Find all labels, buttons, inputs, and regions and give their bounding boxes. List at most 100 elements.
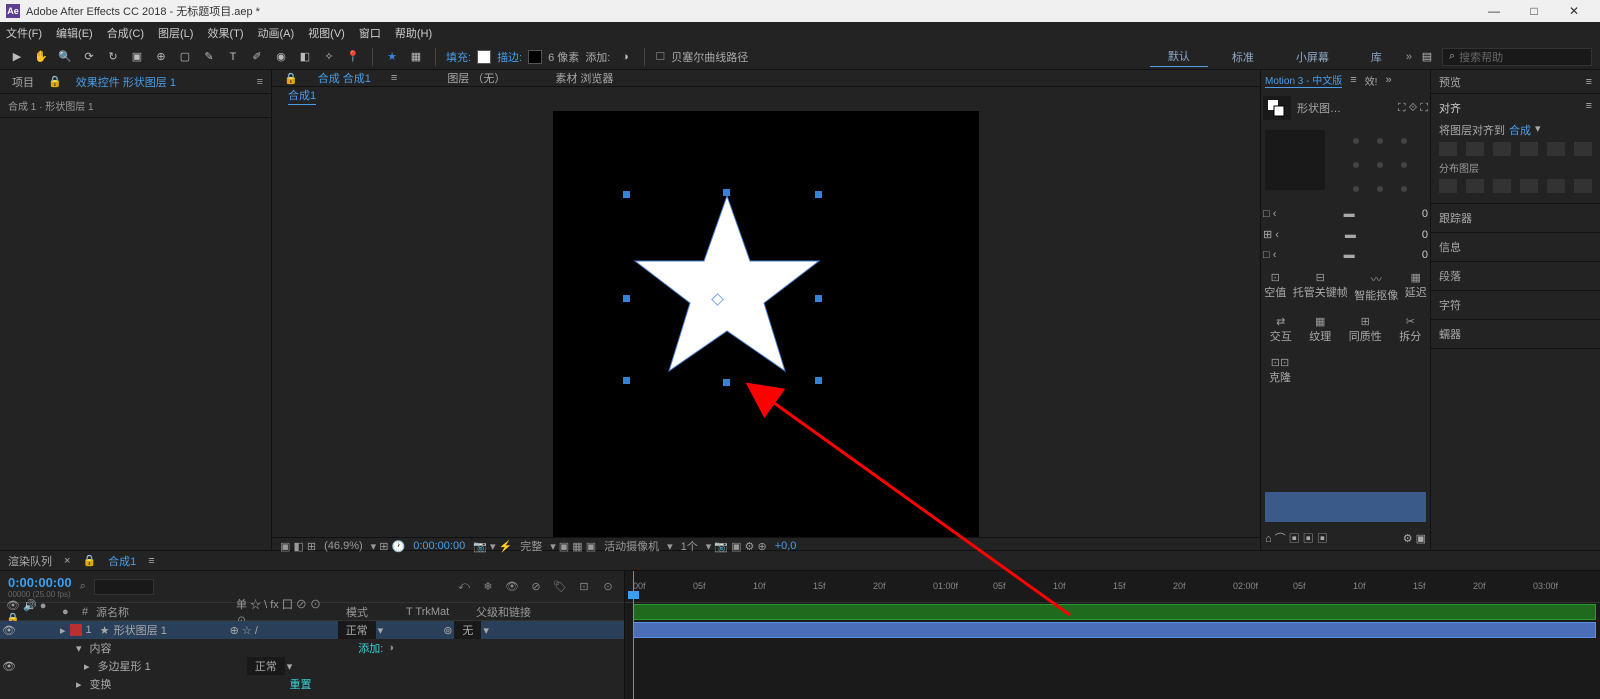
hand-tool[interactable]: ✋	[32, 48, 50, 66]
menu-effect[interactable]: 效果(T)	[207, 25, 243, 41]
timeline-sub-content[interactable]: ▾ 内容 添加:◑	[0, 639, 624, 657]
col-trkmat[interactable]: T TrkMat	[400, 606, 470, 618]
playhead[interactable]	[633, 571, 634, 699]
btn-texture[interactable]: ▦纹理	[1309, 315, 1331, 344]
menu-file[interactable]: 文件(F)	[6, 25, 42, 41]
tl-icon-5[interactable]: 🏷	[552, 579, 568, 595]
stroke-swatch[interactable]	[528, 50, 542, 64]
align-buttons[interactable]	[1439, 138, 1592, 160]
menu-edit[interactable]: 编辑(E)	[56, 25, 93, 41]
snap-icon[interactable]: ▦	[407, 48, 425, 66]
tl-icon-3[interactable]: 👁	[504, 579, 520, 595]
composition-canvas[interactable]	[553, 111, 979, 537]
motion-scrubber[interactable]	[1265, 492, 1426, 522]
add-label[interactable]: 添加:	[585, 49, 610, 65]
btn-homog[interactable]: ⊞同质性	[1349, 315, 1382, 344]
workspace-default[interactable]: 默认	[1150, 46, 1208, 67]
star-tool-icon[interactable]: ★	[383, 48, 401, 66]
tab-layer[interactable]: 图层 （无）	[447, 70, 505, 86]
anchor-grid[interactable]	[1349, 134, 1411, 196]
workspace-config-icon[interactable]: ▤	[1418, 48, 1436, 66]
distribute-buttons[interactable]	[1439, 175, 1592, 197]
bbox-handle-tl[interactable]	[623, 191, 630, 198]
lock-icon[interactable]: 🔒	[82, 554, 96, 567]
timeline-ruler[interactable]: 00f 05f 10f 15f 20f 01:00f 05f 10f 15f 2…	[625, 571, 1600, 603]
slider-2[interactable]: ⊞ ‹▬0	[1261, 224, 1430, 245]
timeline-search[interactable]	[94, 579, 154, 595]
stroke-label[interactable]: 描边:	[497, 49, 522, 65]
timeline-tracks[interactable]: 00f 05f 10f 15f 20f 01:00f 05f 10f 15f 2…	[625, 571, 1600, 699]
workspace-small[interactable]: 小屏幕	[1278, 47, 1347, 67]
tab-render-queue[interactable]: 渲染队列	[8, 553, 52, 569]
tab-align[interactable]: 对齐	[1439, 100, 1461, 116]
tab-composition[interactable]: 合成 合成1	[318, 70, 371, 86]
help-search[interactable]: ⌕ 搜索帮助	[1442, 48, 1592, 66]
tab-info[interactable]: 信息	[1439, 242, 1461, 254]
selection-tool[interactable]: ▶	[8, 48, 26, 66]
pan-behind-tool[interactable]: ⊕	[152, 48, 170, 66]
roto-tool[interactable]: ✧	[320, 48, 338, 66]
pen-tool[interactable]: ✎	[200, 48, 218, 66]
shape-swatch[interactable]	[1263, 96, 1291, 120]
composition-flowchart[interactable]: 合成1	[288, 87, 316, 105]
tl-icon-1[interactable]: ⤺	[456, 579, 472, 595]
tab-tracker[interactable]: 跟踪器	[1439, 213, 1472, 225]
fill-label[interactable]: 填充:	[446, 49, 471, 65]
btn-delay[interactable]: ▦延迟	[1405, 271, 1427, 303]
fill-swatch[interactable]	[477, 50, 491, 64]
timeline-sub-transform[interactable]: ▸ 变换 重置	[0, 675, 624, 693]
btn-split[interactable]: ✂拆分	[1399, 315, 1421, 344]
zoom-tool[interactable]: 🔍	[56, 48, 74, 66]
star-shape[interactable]	[627, 191, 827, 391]
motion-settings-icon[interactable]: ⚙ ▣	[1403, 532, 1426, 545]
align-to-dropdown[interactable]: 合成	[1509, 122, 1531, 138]
tl-icon-6[interactable]: ⊡	[576, 579, 592, 595]
motion-overflow-icon[interactable]: »	[1385, 74, 1391, 86]
bbox-handle-tm[interactable]	[723, 189, 730, 196]
bezier-checkbox-label[interactable]: 贝塞尔曲线路径	[671, 49, 748, 65]
btn-interact[interactable]: ⇄交互	[1270, 315, 1292, 344]
timeline-layer-1[interactable]: 👁 ▸ 1 ★ 形状图层 1 ⊕ ☆ / 正常▾ ⊚无▾	[0, 621, 624, 639]
layer-name[interactable]: 形状图层 1	[110, 622, 226, 638]
col-source[interactable]: 源名称	[90, 604, 230, 620]
workspace-overflow[interactable]: »	[1406, 51, 1412, 63]
btn-keyframe[interactable]: ⊟托管关键帧	[1293, 271, 1348, 303]
btn-null[interactable]: ⊡空值	[1264, 271, 1286, 303]
bbox-handle-mr[interactable]	[815, 295, 822, 302]
comp-menu-icon[interactable]: ≡	[391, 72, 397, 84]
menu-help[interactable]: 帮助(H)	[395, 25, 432, 41]
tab-timeline-comp[interactable]: 合成1	[108, 553, 136, 569]
bbox-handle-bl[interactable]	[623, 377, 630, 384]
bbox-handle-ml[interactable]	[623, 295, 630, 302]
btn-clone[interactable]: ⊡⊡克隆	[1269, 356, 1291, 385]
close-button[interactable]: ✕	[1554, 0, 1594, 22]
layer-parent[interactable]: 无	[454, 621, 481, 639]
clone-tool[interactable]: ◉	[272, 48, 290, 66]
slider-3[interactable]: □ ‹▬0	[1261, 245, 1430, 265]
menu-composition[interactable]: 合成(C)	[107, 25, 144, 41]
menu-animation[interactable]: 动画(A)	[258, 25, 295, 41]
tab-paragraph[interactable]: 段落	[1439, 271, 1461, 283]
composition-viewer[interactable]	[272, 105, 1260, 537]
stroke-width[interactable]: 6 像素	[548, 49, 579, 65]
eraser-tool[interactable]: ◧	[296, 48, 314, 66]
timeline-timecode[interactable]: 0:00:00:00	[8, 575, 72, 590]
tl-icon-2[interactable]: ❄	[480, 579, 496, 595]
maximize-button[interactable]: □	[1514, 0, 1554, 22]
tab-effect-controls[interactable]: 效果控件 形状图层 1	[72, 72, 180, 92]
tab-character[interactable]: 字符	[1439, 300, 1461, 312]
orbit-tool[interactable]: ⟳	[80, 48, 98, 66]
text-tool[interactable]: T	[224, 48, 242, 66]
puppet-tool[interactable]: 📍	[344, 48, 362, 66]
rotate-tool[interactable]: ↻	[104, 48, 122, 66]
workspace-library[interactable]: 库	[1353, 47, 1400, 67]
add-menu-icon[interactable]: ◑	[616, 48, 634, 66]
col-mode[interactable]: 模式	[340, 604, 400, 620]
layer-mode[interactable]: 正常	[338, 621, 376, 639]
tab-motion3[interactable]: Motion 3 - 中文版	[1265, 72, 1342, 88]
panel-menu-icon[interactable]: ≡	[257, 76, 263, 88]
layer-color-swatch[interactable]	[70, 624, 82, 636]
shape-tool[interactable]: ▢	[176, 48, 194, 66]
bbox-handle-bm[interactable]	[723, 379, 730, 386]
bbox-handle-br[interactable]	[815, 377, 822, 384]
